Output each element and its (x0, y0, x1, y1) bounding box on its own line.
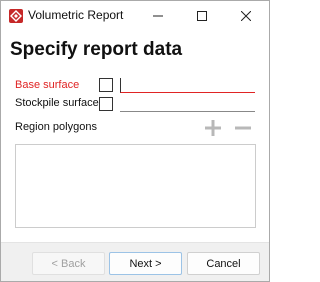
back-button[interactable]: < Back (32, 252, 105, 275)
cancel-button[interactable]: Cancel (187, 252, 260, 275)
base-surface-input[interactable] (120, 78, 255, 93)
window-title: Volumetric Report (28, 8, 124, 22)
add-region-button[interactable] (203, 119, 223, 137)
page-title: Specify report data (10, 39, 183, 60)
region-polygons-label: Region polygons (15, 121, 97, 133)
remove-region-button[interactable] (233, 119, 253, 137)
plus-icon (205, 120, 221, 136)
app-logo-icon (9, 9, 23, 23)
base-surface-checkbox[interactable] (99, 78, 113, 92)
next-button[interactable]: Next > (109, 252, 182, 275)
minimize-icon (152, 15, 163, 16)
close-button[interactable] (228, 1, 263, 30)
minus-icon (235, 126, 251, 130)
base-surface-label: Base surface (15, 79, 80, 91)
title-bar: Volumetric Report (1, 1, 269, 30)
volumetric-report-dialog: Volumetric Report Specify report data Ba… (0, 0, 270, 282)
stockpile-surface-checkbox[interactable] (99, 97, 113, 111)
stockpile-surface-input[interactable] (120, 97, 255, 112)
close-icon (240, 10, 251, 21)
maximize-icon (196, 10, 207, 21)
region-polygons-list[interactable] (15, 144, 256, 228)
maximize-button[interactable] (184, 1, 219, 30)
dialog-footer: < Back Next > Cancel (1, 242, 269, 281)
minimize-button[interactable] (140, 1, 175, 30)
stockpile-surface-label: Stockpile surface (15, 97, 99, 109)
